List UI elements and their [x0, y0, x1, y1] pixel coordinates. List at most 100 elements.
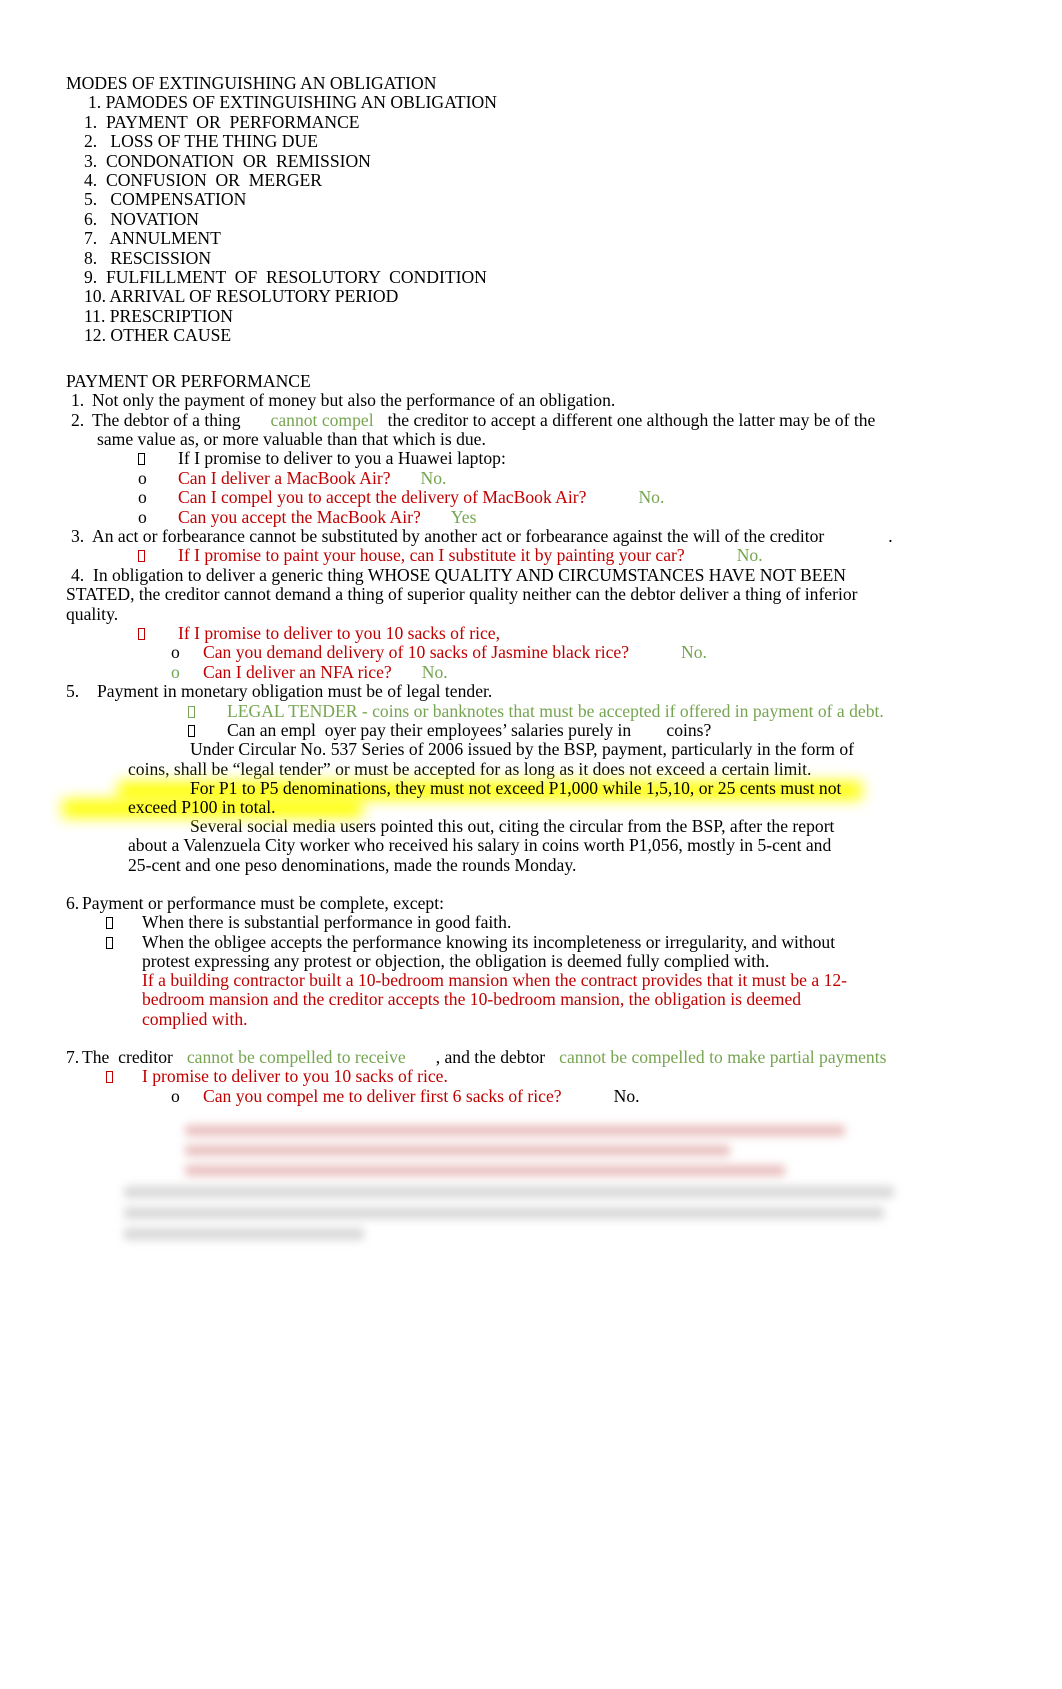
qa-item: o Can you compel me to deliver first 6 s…	[171, 1085, 996, 1106]
qa-item: o Can I compel you to accept the deliver…	[138, 487, 996, 508]
item2-lead: The debtor of a thing	[92, 409, 241, 430]
document-page: MODES OF EXTINGUISHING AN OBLIGATION 1. …	[0, 0, 1062, 1689]
legal-tender-definition: - coins or banknotes that must be accept…	[357, 700, 884, 721]
item7-middle: , and the debtor	[435, 1046, 546, 1067]
bullet-text: Can an empl oyer pay their employees’ sa…	[227, 720, 712, 740]
item-marker: 4.	[71, 564, 85, 585]
qa-answer: Yes	[450, 506, 477, 527]
mode-item: 7. ANNULMENT	[84, 228, 221, 249]
qa-text: Can I deliver a MacBook Air? No.	[178, 467, 996, 488]
item-marker: 3.	[71, 525, 85, 546]
circular-paragraph-line: Under Circular No. 537 Series of 2006 is…	[190, 739, 855, 760]
wingding-bullet-icon	[106, 933, 142, 952]
qa-text: Can you accept the MacBook Air? Yes	[178, 506, 996, 527]
mode-item: 12. OTHER CAUSE	[84, 325, 232, 346]
qa-answer: No.	[638, 487, 665, 508]
wingding-bullet-icon	[138, 449, 178, 468]
bullet-text: If I promise to paint your house, can I …	[178, 546, 996, 565]
highlighted-line: For P1 to P5 denominations, they must no…	[190, 777, 842, 798]
mode-item: 8. RESCISSION	[84, 247, 212, 268]
mode-item: 11. PRESCRIPTION	[84, 305, 233, 326]
qa-marker: o	[138, 506, 147, 527]
item3-trailing-period: .	[888, 525, 893, 546]
item2-rest: the creditor to accept a different one a…	[387, 409, 876, 430]
mode-item: 3. CONDONATION OR REMISSION	[84, 150, 371, 171]
item-marker: 2.	[71, 409, 85, 430]
document-subtitle: 1. PAMODES OF EXTINGUISHING AN OBLIGATIO…	[88, 92, 497, 113]
qa-item: o Can you accept the MacBook Air? Yes	[138, 506, 996, 527]
document-body: MODES OF EXTINGUISHING AN OBLIGATION 1. …	[62, 73, 996, 1106]
mode-item: 6. NOVATION	[84, 208, 200, 229]
item-text: The debtor of a thing cannot compel the cr…	[92, 409, 996, 430]
item-text: The creditor cannot be compelled to recei…	[82, 1046, 996, 1067]
news-paragraph-line: 25-cent and one peso denominations, made…	[128, 854, 577, 875]
item7-lead: The creditor	[82, 1046, 173, 1067]
obscured-text-region	[124, 1186, 904, 1241]
qa-question: Can you demand delivery of 10 sacks of J…	[203, 642, 630, 663]
list-item: 4. In obligation to deliver a generic th…	[71, 564, 996, 585]
item3-body: An act or forbearance cannot be substitu…	[92, 525, 825, 546]
qa-question: Can I deliver an NFA rice?	[203, 661, 392, 682]
wingding-bullet-icon	[138, 624, 178, 643]
item-text: An act or forbearance cannot be substitu…	[92, 525, 996, 546]
mode-item: 5. COMPENSATION	[84, 189, 247, 210]
qa-answer: No.	[681, 642, 707, 663]
wingding-bullet-icon	[106, 913, 142, 932]
mode-item: 10. ARRIVAL OF RESOLUTORY PERIOD	[84, 286, 399, 307]
bullet-text: I promise to deliver to you 10 sacks of …	[142, 1066, 448, 1087]
qa-question: Can I compel you to accept the delivery …	[178, 487, 587, 508]
item-text: Not only the payment of money but also t…	[92, 390, 616, 411]
qa-item: o Can I deliver an NFA rice? No.	[171, 661, 996, 682]
wingding-bullet-icon	[138, 546, 178, 565]
bullet-item: LEGAL TENDER - coins or banknotes that m…	[188, 700, 996, 721]
list-item: 7. The creditor cannot be compelled to re…	[66, 1046, 996, 1067]
wingding-bullet-icon	[106, 1067, 142, 1086]
highlighted-line: exceed P100 in total.	[128, 797, 276, 818]
item7-emphasis-1: cannot be compelled to receive	[186, 1046, 406, 1067]
qa-text: Can I deliver an NFA rice? No.	[203, 661, 996, 682]
list-item: 1. Not only the payment of money but als…	[71, 390, 996, 411]
qa-text: Can I compel you to accept the delivery …	[178, 487, 996, 508]
qa-answer: No.	[420, 467, 447, 488]
qa-marker: o	[138, 487, 147, 508]
bullet-item: If I promise to deliver to you a Huawei …	[138, 448, 996, 468]
mode-item: 2. LOSS OF THE THING DUE	[84, 131, 318, 152]
qa-text: Can you compel me to deliver first 6 sac…	[203, 1085, 996, 1106]
list-item: 2. The debtor of a thing cannot compel the…	[71, 409, 996, 430]
qa-text: Can you demand delivery of 10 sacks of J…	[203, 643, 996, 662]
item4-continuation: quality.	[66, 603, 119, 624]
mode-item: 9. FULFILLMENT OF RESOLUTORY CONDITION	[84, 267, 487, 288]
mode-item: 4. CONFUSION OR MERGER	[84, 170, 323, 191]
item-marker: 7.	[66, 1046, 80, 1067]
bullet-item: When there is substantial performance in…	[106, 912, 996, 933]
qa-marker: o	[171, 1085, 180, 1106]
item-text: Payment or performance must be complete,…	[82, 892, 445, 913]
item-marker: 6.	[66, 892, 80, 913]
bullet-text: When there is substantial performance in…	[142, 912, 512, 933]
bullet-item: If I promise to paint your house, can I …	[138, 546, 996, 565]
legal-tender-term: LEGAL TENDER	[227, 700, 358, 721]
wingding-bullet-icon	[188, 721, 227, 740]
bullet-text: LEGAL TENDER - coins or banknotes that m…	[227, 700, 996, 721]
item4-continuation: STATED, the creditor cannot demand a thi…	[66, 584, 858, 605]
item3-answer: No.	[736, 545, 763, 566]
item-marker: 1.	[71, 390, 85, 411]
item-marker: 5.	[66, 681, 80, 702]
news-paragraph-line: about a Valenzuela City worker who recei…	[128, 835, 832, 856]
example-line: bedroom mansion and the creditor accepts…	[142, 989, 802, 1010]
qa-item: o Can you demand delivery of 10 sacks of…	[171, 642, 996, 662]
example-line: complied with.	[142, 1008, 248, 1029]
bullet-item: I promise to deliver to you 10 sacks of …	[106, 1066, 996, 1087]
list-item: 5. Payment in monetary obligation must b…	[66, 681, 996, 702]
obscured-text-region	[185, 1125, 900, 1185]
circular-paragraph-line: coins, shall be “legal tender” or must b…	[128, 758, 812, 779]
qa-answer: No.	[421, 661, 448, 682]
example-line: If a building contractor built a 10-bedr…	[142, 970, 848, 991]
section-heading: PAYMENT OR PERFORMANCE	[66, 370, 311, 391]
wingding-bullet-icon	[188, 702, 227, 721]
qa-question: Can I deliver a MacBook Air?	[178, 467, 391, 488]
highlighted-block: For P1 to P5 denominations, they must no…	[62, 777, 996, 818]
bullet-item: When the obligee accepts the performance…	[106, 932, 996, 952]
item7-emphasis-2: cannot be compelled to make partial paym…	[559, 1046, 887, 1067]
qa-question: Can you compel me to deliver first 6 sac…	[203, 1085, 562, 1106]
